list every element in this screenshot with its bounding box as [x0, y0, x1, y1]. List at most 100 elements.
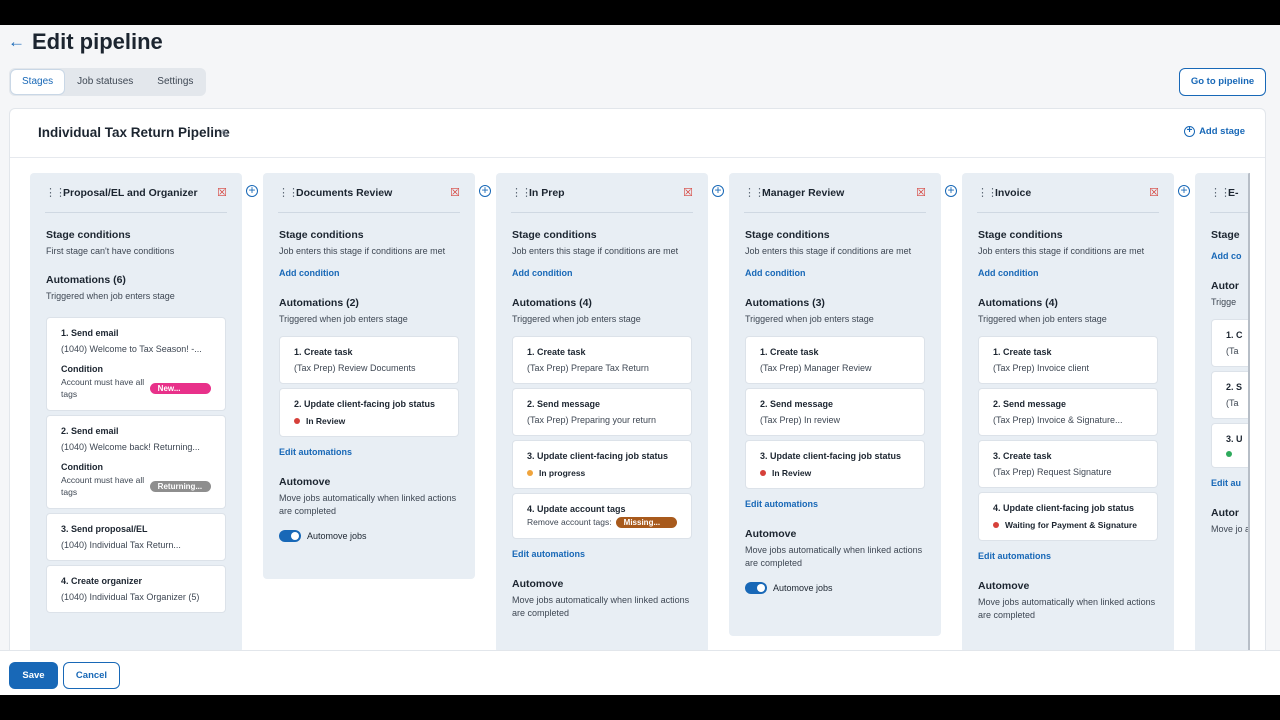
automove-title: Autor [1211, 507, 1239, 519]
status-label: Waiting for Payment & Signature [1005, 520, 1137, 530]
save-button[interactable]: Save [9, 662, 58, 689]
automation-title: 3. Send proposal/EL [61, 524, 148, 534]
automation-card[interactable]: 4. Create organizer (1040) Individual Tax… [46, 565, 226, 613]
automations-sub: Triggered when job enters stage [745, 314, 874, 324]
trash-icon[interactable]: ☒ [683, 186, 693, 199]
job-status: In Review [760, 468, 910, 478]
drag-handle-icon[interactable]: ⋮⋮ [744, 186, 765, 199]
stage-conditions-sub: Job enters this stage if conditions are … [745, 246, 912, 256]
automove-toggle-label: Automove jobs [307, 531, 367, 541]
automation-card[interactable]: 3. Update client-facing job status In Rev… [745, 440, 925, 489]
automove-toggle[interactable] [745, 582, 767, 594]
add-condition-link[interactable]: Add condition [279, 268, 340, 278]
automation-card[interactable]: 1. Create task (Tax Prep) Invoice client [978, 336, 1158, 384]
edit-pipeline-app: ← Edit pipeline Stages Job statuses Sett… [0, 25, 1280, 695]
drag-handle-icon[interactable]: ⋮⋮ [278, 186, 299, 199]
automation-card[interactable]: 1. Create task (Tax Prep) Prepare Tax Ret… [512, 336, 692, 384]
add-condition-link[interactable]: Add condition [745, 268, 806, 278]
automation-card[interactable]: 2. Send message (Tax Prep) In review [745, 388, 925, 436]
plus-circle-icon: + [1184, 126, 1196, 137]
tab-stages[interactable]: Stages [11, 70, 65, 94]
trash-icon[interactable]: ☒ [450, 186, 460, 199]
pencil-edit-icon[interactable]: ✎ [220, 127, 230, 141]
drag-handle-icon[interactable]: ⋮⋮ [977, 186, 998, 199]
add-stage-between-icon[interactable]: + [945, 184, 957, 197]
status-dot-icon [760, 470, 766, 476]
tab-settings[interactable]: Settings [146, 70, 204, 94]
automation-card[interactable]: 1. Send email (1040) Welcome to Tax Seaso… [46, 317, 226, 411]
stage-conditions-title: Stage conditions [512, 229, 597, 241]
edit-automations-link[interactable]: Edit automations [279, 447, 352, 457]
add-condition-link[interactable]: Add condition [512, 268, 573, 278]
go-to-pipeline-button[interactable]: Go to pipeline [1179, 68, 1266, 96]
automove-sub: Move jo actions [1211, 524, 1250, 534]
add-condition-link[interactable]: Add condition [978, 268, 1039, 278]
pipeline-name: Individual Tax Return Pipeline [38, 125, 230, 140]
automation-card[interactable]: 4. Update client-facing job status Waitin… [978, 492, 1158, 541]
status-label: In progress [539, 468, 586, 478]
automations-title: Autor [1211, 280, 1239, 292]
automation-card[interactable]: 2. Update client-facing job status In Rev… [279, 388, 459, 437]
condition-text: Account must have all tags [61, 377, 145, 399]
automations-title: Automations (4) [512, 297, 592, 309]
horizontal-scroll-indicator[interactable] [1248, 173, 1250, 695]
automation-card[interactable]: 2. Send message (Tax Prep) Invoice & Sign… [978, 388, 1158, 436]
automations-title: Automations (3) [745, 297, 825, 309]
condition-label: Condition [61, 364, 103, 374]
automation-card[interactable]: 1. C (Ta [1211, 319, 1250, 367]
edit-automations-link[interactable]: Edit automations [978, 551, 1051, 561]
add-condition-link[interactable]: Add co [1211, 251, 1242, 261]
automation-card[interactable]: 1. Create task (Tax Prep) Review Document… [279, 336, 459, 384]
stage-header: ⋮⋮ Documents Review ☒ [278, 173, 460, 213]
stages-board: ⋮⋮ Proposal/EL and Organizer ☒ Stage condit… [30, 173, 1250, 695]
edit-automations-link[interactable]: Edit au [1211, 478, 1241, 488]
stage-column: ⋮⋮ Invoice ☒ Stage conditions Job enters thi… [962, 173, 1174, 653]
trash-icon[interactable]: ☒ [217, 186, 227, 199]
drag-handle-icon[interactable]: ⋮⋮ [511, 186, 532, 199]
automove-title: Automove [978, 580, 1030, 592]
trash-icon[interactable]: ☒ [1149, 186, 1159, 199]
edit-automations-link[interactable]: Edit automations [745, 499, 818, 509]
footer-bar: Save Cancel [0, 650, 1280, 695]
stage-conditions-title: Stage conditions [978, 229, 1063, 241]
add-stage-between-icon[interactable]: + [1178, 184, 1190, 197]
back-arrow-icon[interactable]: ← [8, 33, 25, 50]
pipeline-panel: Individual Tax Return Pipeline ✎ + Add s… [9, 108, 1266, 695]
drag-handle-icon[interactable]: ⋮⋮ [1210, 186, 1231, 199]
stage-header: ⋮⋮ Proposal/EL and Organizer ☒ [45, 173, 227, 213]
job-status: In Review [294, 416, 444, 426]
status-dot-icon [993, 522, 999, 528]
cancel-button[interactable]: Cancel [63, 662, 120, 689]
tab-job-statuses[interactable]: Job statuses [66, 70, 144, 94]
automation-card[interactable]: 4. Update account tags Remove account tag… [512, 493, 692, 539]
automation-card[interactable]: 2. Send message (Tax Prep) Preparing your… [512, 388, 692, 436]
job-status: In progress [527, 468, 677, 478]
automation-card[interactable]: 3. Create task (Tax Prep) Request Signatu… [978, 440, 1158, 488]
tag-pill: New... [149, 382, 211, 394]
automations-sub: Triggered when job enters stage [46, 291, 175, 301]
trash-icon[interactable]: ☒ [916, 186, 926, 199]
status-dot-icon [1226, 451, 1232, 457]
automation-card[interactable]: 2. Send email (1040) Welcome back! Return… [46, 415, 226, 509]
automation-title: 1. C [1226, 330, 1243, 340]
automation-card[interactable]: 3. U [1211, 423, 1250, 468]
automation-card[interactable]: 3. Send proposal/EL (1040) Individual Tax… [46, 513, 226, 561]
automove-title: Automove [279, 476, 331, 488]
automation-title: 1. Create task [993, 347, 1052, 357]
automations-sub: Triggered when job enters stage [978, 314, 1107, 324]
automove-toggle[interactable] [279, 530, 301, 542]
automation-detail: (1040) Individual Tax Return... [61, 540, 181, 550]
add-stage-between-icon[interactable]: + [479, 184, 491, 197]
add-stage-between-icon[interactable]: + [246, 184, 258, 197]
stage-conditions-sub: Job enters this stage if conditions are … [512, 246, 679, 256]
drag-handle-icon[interactable]: ⋮⋮ [45, 186, 66, 199]
add-stage-between-icon[interactable]: + [712, 184, 724, 197]
automation-card[interactable]: 1. Create task (Tax Prep) Manager Review [745, 336, 925, 384]
edit-automations-link[interactable]: Edit automations [512, 549, 585, 559]
add-stage-button[interactable]: + Add stage [1184, 126, 1245, 137]
stage-conditions-title: Stage conditions [279, 229, 364, 241]
stage-header: ⋮⋮ In Prep ☒ [511, 173, 693, 213]
automation-card[interactable]: 2. S (Ta [1211, 371, 1250, 419]
automation-card[interactable]: 3. Update client-facing job status In pro… [512, 440, 692, 489]
stage-conditions-title: Stage [1211, 229, 1240, 241]
